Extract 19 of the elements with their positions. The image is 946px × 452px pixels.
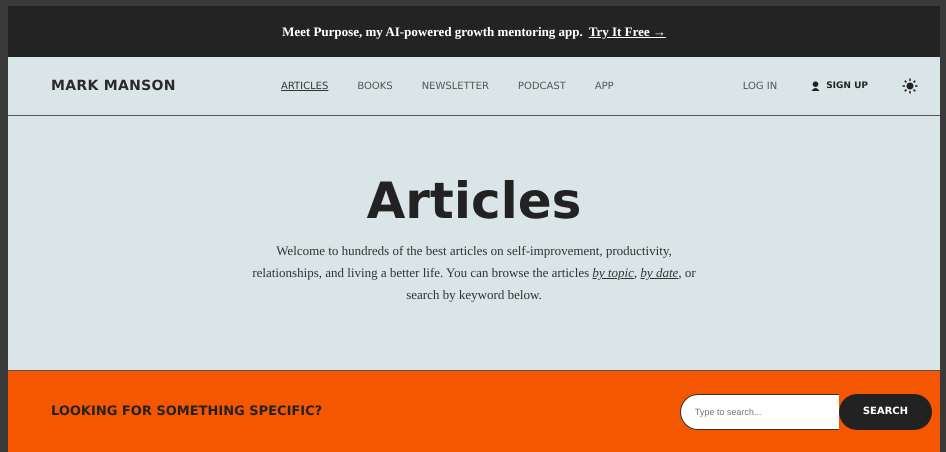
sun-icon[interactable] (902, 78, 918, 94)
intro-link[interactable]: by topic (592, 265, 634, 280)
nav-link[interactable]: PODCAST (518, 80, 566, 92)
page-title: Articles (366, 172, 582, 230)
search-field[interactable]: Type to search... (680, 394, 839, 430)
section-heading: LOOKING FOR SOMETHING SPECIFIC? (51, 404, 322, 419)
search-button[interactable]: SEARCH (838, 394, 932, 430)
announcement-text: Meet Purpose, my AI-powered growth mentoring app. (282, 24, 583, 40)
signup-link[interactable]: SIGN UP (811, 81, 868, 91)
nav-link[interactable]: BOOKS (357, 80, 393, 92)
site-logo[interactable]: MARK MANSON (51, 78, 281, 94)
nav-link[interactable]: APP (594, 80, 614, 92)
try-free-link[interactable]: Try It Free → (588, 24, 666, 40)
login-link[interactable]: LOG IN (742, 80, 778, 92)
user-icon (811, 81, 820, 91)
nav-link[interactable]: NEWSLETTER (422, 80, 489, 92)
intro-link[interactable]: by date (640, 265, 678, 280)
intro-paragraph: Welcome to hundreds of the best articles on self-improvement, productivity, relationships, and living a better life. You can browse the articles by topic, by date, or search by keyword below. (251, 242, 697, 304)
nav-link[interactable]: ARTICLES (281, 80, 328, 92)
